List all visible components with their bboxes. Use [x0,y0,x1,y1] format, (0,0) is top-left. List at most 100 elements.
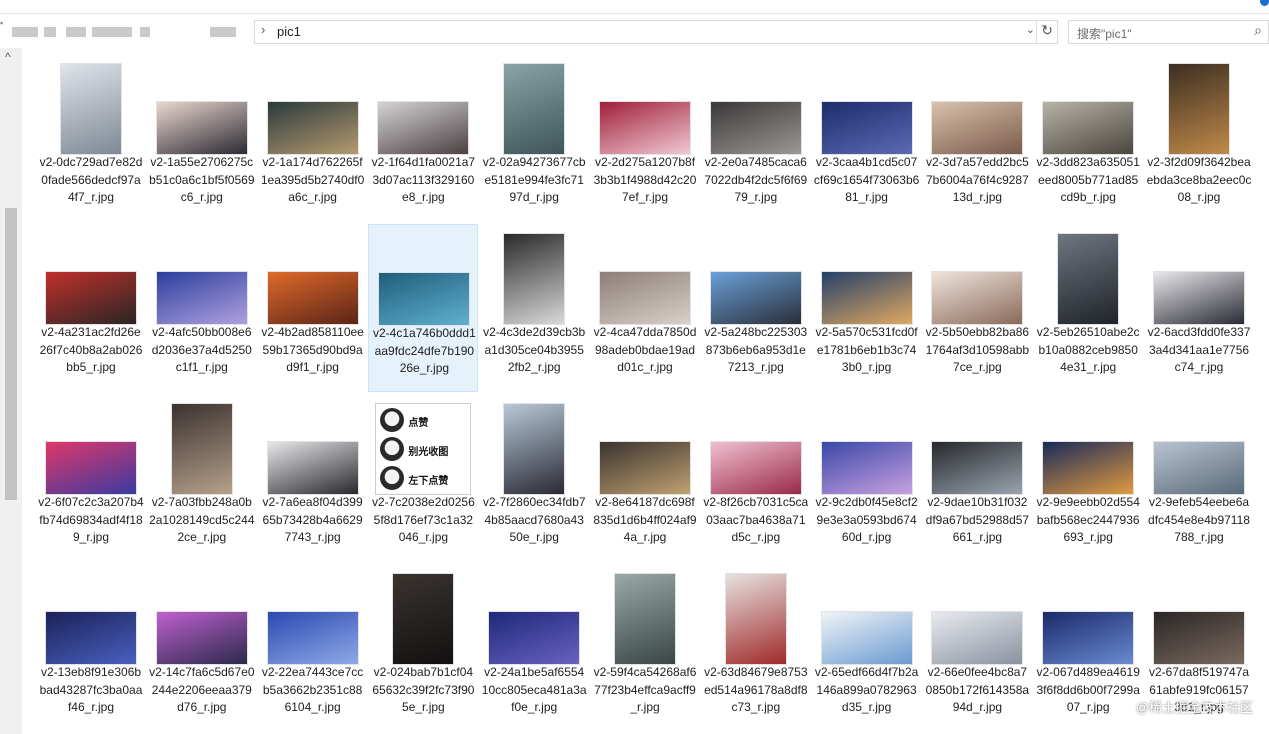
thumbnail-frame [479,58,589,156]
thumbnail-frame [1033,228,1143,326]
file-tile[interactable]: v2-1f64d1fa0021a73d07ac113f329160e8_r.jp… [368,54,478,222]
file-name-label: v2-3d7a57edd2bc57b6004a76f4c928713d_r.jp… [926,155,1029,204]
search-icon[interactable]: ⌕ [1254,22,1262,39]
file-tile[interactable]: v2-024bab7b1cf0465632c39f2fc73f905e_r.jp… [368,564,478,732]
file-tile[interactable]: v2-2d275a1207b8f3b3b1f4988d42c207ef_r.jp… [590,54,700,222]
file-tile[interactable]: v2-13eb8f91e306bbad43287fc3ba0aaf46_r.jp… [36,564,146,732]
file-tile[interactable]: v2-4afc50bb008e6d2036e37a4d5250c1f1_r.jp… [147,224,257,392]
meme-face-icon [380,408,405,432]
file-tile[interactable]: v2-067d489ea46193f6f8dd6b00f7299a07_r.jp… [1033,564,1143,732]
vertical-scrollbar[interactable]: ^ [0,48,22,734]
thumbnail-frame: 点赞 别光收图 左下点赞 [368,398,478,496]
thumbnail-frame [922,568,1032,666]
image-thumbnail [932,102,1023,154]
image-thumbnail [393,574,454,664]
image-thumbnail [821,102,912,154]
file-tile[interactable]: v2-4b2ad858110ee59b17365d90bd9ad9f1_r.jp… [258,224,368,392]
file-name-label: v2-65edf66d4f7b2a146a899a0782963d35_r.jp… [814,665,919,714]
address-dropdown-icon[interactable]: ⌄ [1026,23,1035,36]
file-tile[interactable]: v2-0dc729ad7e82d0fade566dedcf97a4f7_r.jp… [36,54,146,222]
file-tile[interactable]: v2-4a231ac2fd26e26f7c40b8a2ab026bb5_r.jp… [36,224,146,392]
file-name-label: v2-067d489ea46193f6f8dd6b00f7299a07_r.jp… [1036,665,1140,714]
file-tile[interactable]: v2-5b50ebb82ba861764af3d10598abb7ce_r.jp… [922,224,1032,392]
breadcrumb-current-folder[interactable]: pic1 [277,24,301,39]
image-thumbnail [156,272,247,324]
thumbnail-frame [1144,58,1254,156]
file-tile[interactable]: v2-1a174d762265f1ea395d5b2740df0a6c_r.jp… [258,54,368,222]
file-tile[interactable]: v2-2e0a7485caca67022db4f2dc5f6f6979_r.jp… [701,54,811,222]
meme-caption: 别光收图 [408,447,449,458]
file-tile[interactable]: v2-3caa4b1cd5c07cf69c1654f73063b681_r.jp… [812,54,922,222]
file-tile[interactable]: v2-6acd3fdd0fe3373a4d341aa1e7756c74_r.jp… [1144,224,1254,392]
search-input[interactable]: 搜索"pic1" [1077,25,1132,42]
scroll-up-arrow-icon[interactable]: ^ [5,50,11,64]
refresh-icon[interactable]: ↻ [1041,22,1053,39]
image-thumbnail [600,442,690,494]
file-tile[interactable]: v2-4ca47dda7850d98adeb0bdae19add01c_r.jp… [590,224,700,392]
file-tile[interactable]: v2-4c1a746b0ddd1aa9fdc24dfe7b19026e_r.jp… [368,224,479,392]
image-thumbnail [1169,64,1229,154]
thumbnail-frame [368,58,478,156]
file-name-label: v2-2e0a7485caca67022db4f2dc5f6f6979_r.jp… [704,155,808,204]
file-tile[interactable]: v2-22ea7443ce7ccb5a3662b2351c886104_r.jp… [258,564,368,732]
breadcrumb-chevron-icon[interactable]: › [261,22,265,37]
image-thumbnail [600,272,690,324]
search-box[interactable]: 搜索"pic1" ⌕ [1068,20,1269,44]
file-tile[interactable]: v2-5eb26510abe2cb10a0882ceb98504e31_r.jp… [1033,224,1143,392]
file-name-label: v2-1a55e2706275cb51c0a6c1bf5f0569c6_r.jp… [149,155,255,204]
thumbnail-frame [258,228,368,326]
file-name-label: v2-5b50ebb82ba861764af3d10598abb7ce_r.jp… [925,325,1030,374]
file-tile[interactable]: v2-8e64187dc698f835d1d6b4ff024af94a_r.jp… [590,394,700,562]
thumbnail-frame [1033,568,1143,666]
file-tile[interactable]: v2-3f2d09f3642beaebda3ce8ba2eec0c08_r.jp… [1144,54,1254,222]
thumbnail-frame [1144,228,1254,326]
file-tile[interactable]: v2-7a6ea8f04d39965b73428b4a66297743_r.jp… [258,394,368,562]
file-tile[interactable]: v2-9e9eebb02d554bafb568ec2447936693_r.jp… [1033,394,1143,562]
file-tile[interactable]: v2-9dae10b31f032df9a67bd52988d57661_r.jp… [922,394,1032,562]
address-bar[interactable]: › pic1 ⌄ ↻ [254,20,1058,44]
file-tile[interactable]: v2-1a55e2706275cb51c0a6c1bf5f0569c6_r.jp… [147,54,257,222]
file-tile[interactable]: v2-4c3de2d39cb3ba1d305ce04b39552fb2_r.jp… [479,224,589,392]
file-name-label: v2-7a6ea8f04d39965b73428b4a66297743_r.jp… [262,495,363,544]
file-tile[interactable]: v2-63d84679e8753ed514a96178a8df8c73_r.jp… [701,564,811,732]
file-name-label: v2-4afc50bb008e6d2036e37a4d5250c1f1_r.jp… [151,325,252,374]
file-tile[interactable]: v2-24a1be5af655410cc805eca481a3af0e_r.jp… [479,564,589,732]
thumbnail-frame [258,568,368,666]
scrollbar-thumb[interactable] [5,208,17,500]
file-tile[interactable]: v2-3d7a57edd2bc57b6004a76f4c928713d_r.jp… [922,54,1032,222]
thumbnail-frame [479,228,589,326]
image-thumbnail [267,272,358,324]
file-tile[interactable]: v2-7f2860ec34fdb74b85aacd7680a4350e_r.jp… [479,394,589,562]
file-tile[interactable]: 点赞 别光收图 左下点赞 v2-7c2038e2d02565f8d176ef73c1a… [368,394,478,562]
file-tile[interactable]: v2-65edf66d4f7b2a146a899a0782963d35_r.jp… [812,564,922,732]
image-thumbnail [600,102,690,154]
file-tile[interactable]: v2-9c2db0f45e8cf29e3e3a0593bd67460d_r.jp… [812,394,922,562]
thumbnail-frame [258,398,368,496]
file-name-label: v2-66e0fee4bc8a70850b172f614358a94d_r.jp… [925,665,1030,714]
file-tile[interactable]: v2-3dd823a635051eed8005b771ad85cd9b_r.jp… [1033,54,1143,222]
thumbnail-frame [36,228,146,326]
file-tile[interactable]: v2-8f26cb7031c5ca03aac7ba4638a71d5c_r.jp… [701,394,811,562]
file-tile[interactable]: v2-14c7fa6c5d67e0244e2206eeaa379d76_r.jp… [147,564,257,732]
file-tile[interactable]: v2-6f07c2c3a207b4fb74d69834adf4f189_r.jp… [36,394,146,562]
file-tile[interactable]: v2-66e0fee4bc8a70850b172f614358a94d_r.jp… [922,564,1032,732]
file-tile[interactable]: v2-59f4ca54268af677f23b4effca9acff9_r.jp… [590,564,700,732]
file-tile[interactable]: v2-9efeb54eebe6adfc454e8e4b97118788_r.jp… [1144,394,1254,562]
image-thumbnail [1154,612,1244,664]
image-thumbnail [710,102,801,154]
image-thumbnail [61,64,121,154]
file-tile[interactable]: v2-5a248bc225303873b6eb6a953d1e7213_r.jp… [701,224,811,392]
help-icon[interactable] [1260,0,1269,6]
blurred-breadcrumbs [0,22,250,42]
file-name-label: v2-4a231ac2fd26e26f7c40b8a2ab026bb5_r.jp… [39,325,143,374]
image-thumbnail [932,612,1023,664]
file-tile[interactable]: v2-7a03fbb248a0b2a1028149cd5c2442ce_r.jp… [147,394,257,562]
file-name-label: v2-1a174d762265f1ea395d5b2740df0a6c_r.jp… [260,155,365,204]
file-tile[interactable]: v2-02a94273677cbe5181e994fe3fc7197d_r.jp… [479,54,589,222]
file-name-label: v2-1f64d1fa0021a73d07ac113f329160e8_r.jp… [371,155,476,204]
image-thumbnail [379,273,470,325]
file-tile[interactable]: v2-5a570c531fcd0fe1781b6eb1b3c743b0_r.jp… [812,224,922,392]
thumbnail-frame [590,228,700,326]
image-thumbnail [821,272,912,324]
image-thumbnail [267,612,358,664]
